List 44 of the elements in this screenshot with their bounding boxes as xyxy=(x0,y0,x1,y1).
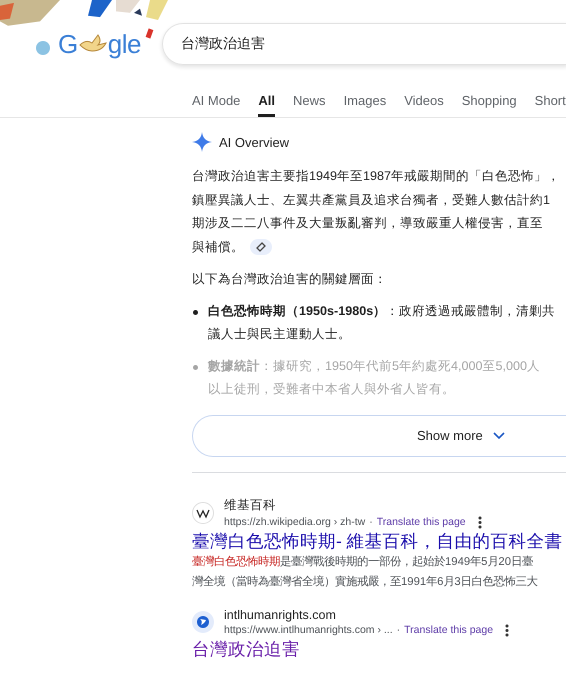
overview-text: 鎮壓異議人士、左翼共產黨員及追求台獨者，受難人數估計約1 xyxy=(192,192,552,208)
result-title-link[interactable]: 台灣政治迫害 xyxy=(192,638,566,660)
tab[interactable]: Short xyxy=(534,78,566,117)
section-title: AI Overview xyxy=(219,134,290,150)
result-snippet: 臺灣白色恐怖時期是臺灣戰後時期的一部份，起始於1949年5月20日臺 xyxy=(192,554,534,570)
overview-text: 期涉及二二八事件及大量叛亂審判，導致嚴重人權侵害，直至 xyxy=(192,215,544,232)
tab[interactable]: Videos xyxy=(404,78,444,117)
bullet-text: 白色恐怖時期（1950s-1980s）：政府透過戒嚴體制，清剿共 xyxy=(208,302,556,320)
paint-spot-icon xyxy=(36,41,50,55)
more-options-icon[interactable] xyxy=(505,624,510,636)
site-icon xyxy=(192,611,214,633)
bullet-icon xyxy=(193,310,198,314)
translate-link[interactable]: Translate this page xyxy=(376,516,466,528)
tab[interactable]: News xyxy=(293,78,326,117)
url-text: https://www.intlhumanrights.com › ... xyxy=(224,624,393,636)
result-snippet: 灣全境（當時為臺灣省全境）實施戒嚴，至1991年6月3日白色恐怖三大 xyxy=(192,574,539,590)
more-options-icon[interactable] xyxy=(478,516,482,528)
translate-link[interactable]: Translate this page xyxy=(404,624,494,636)
link-icon xyxy=(256,242,266,252)
bullet-text: 以上徒刑，受難者中本省人與外省人皆有。 xyxy=(208,381,456,398)
tab[interactable]: All xyxy=(258,78,276,117)
separator-dot: · xyxy=(369,516,373,528)
sparkle-icon xyxy=(192,132,212,152)
overview-text: 以下為台灣政治迫害的關鍵層面： xyxy=(192,271,388,288)
paint-spot-icon xyxy=(146,28,154,38)
link-button[interactable] xyxy=(250,239,272,256)
search-field[interactable]: 台灣政治迫害 xyxy=(162,23,566,65)
result-title-link[interactable]: 臺灣白色恐怖時期- 維基百科，自由的百科全書 xyxy=(192,530,566,552)
logo[interactable]: G gle xyxy=(58,28,141,60)
separator-dot: · xyxy=(396,624,400,636)
show-more-button[interactable]: Show more xyxy=(192,414,566,456)
chevron-down-icon xyxy=(492,432,505,440)
tab[interactable]: AI Mode xyxy=(192,78,240,117)
tab[interactable]: Shopping xyxy=(462,78,517,117)
site-name: 维基百科 xyxy=(224,496,277,514)
tab[interactable]: Images xyxy=(344,78,386,117)
site-icon xyxy=(192,502,214,524)
overview-text: 台灣政治迫害主要指1949年至1987年戒嚴期間的「白色恐怖」， xyxy=(192,168,562,185)
site-name: intlhumanrights.com xyxy=(224,608,337,622)
overview-text: 與補償。 xyxy=(192,238,244,256)
url-text: https://zh.wikipedia.org › zh-tw xyxy=(224,516,366,528)
bullet-text: 數據統計：據研究，1950年代前5年約處死4,000至5,000人 xyxy=(208,358,540,374)
bullet-text: 議人士與民主運動人士。 xyxy=(208,326,352,343)
bullet-icon xyxy=(193,364,198,370)
